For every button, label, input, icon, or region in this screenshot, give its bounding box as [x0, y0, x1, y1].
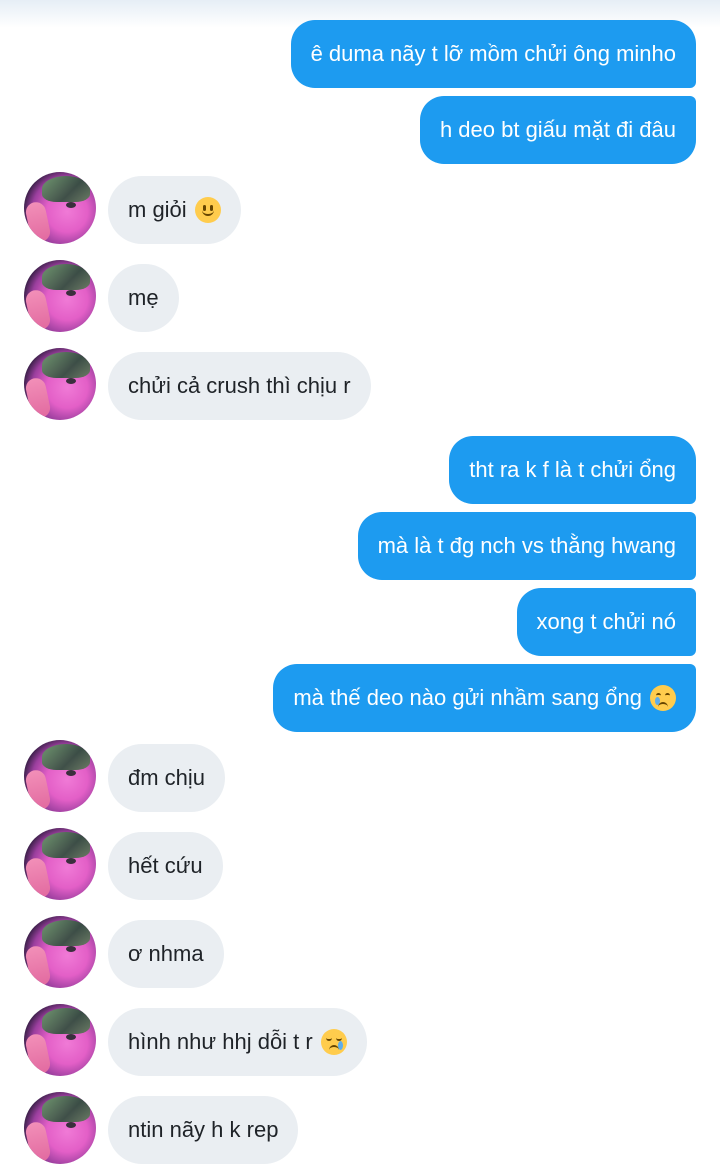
incoming-message-bubble[interactable]: hình như hhj dỗi t r — [108, 1008, 367, 1076]
message-text: ê duma nãy t lỡ mồm chửi ông minho — [310, 41, 676, 66]
slightly-smiling-face-icon — [194, 197, 221, 223]
message-text: mà thế deo nào gửi nhầm sang ổng — [293, 685, 642, 710]
contact-avatar[interactable] — [24, 828, 96, 900]
contact-avatar[interactable] — [24, 740, 96, 812]
message-text: ơ nhma — [128, 941, 204, 966]
outgoing-message-bubble[interactable]: mà là t đg nch vs thằng hwang — [357, 512, 696, 580]
message-text: h deo bt giấu mặt đi đâu — [439, 117, 676, 142]
crying-face-icon — [320, 1029, 347, 1055]
incoming-message-bubble[interactable]: m giỏi — [108, 176, 241, 244]
outgoing-message-bubble[interactable]: mà thế deo nào gửi nhầm sang ổng — [273, 664, 696, 732]
outgoing-message-bubble[interactable]: xong t chửi nó — [516, 588, 696, 656]
face-holding-back-tears-icon — [650, 685, 676, 711]
incoming-message-bubble[interactable]: chửi cả crush thì chịu r — [108, 352, 371, 420]
message-text: mẹ — [128, 285, 159, 310]
message-text: hình như hhj dỗi t r — [128, 1029, 313, 1054]
message-text: xong t chửi nó — [536, 609, 676, 634]
contact-avatar[interactable] — [24, 1092, 96, 1164]
message-text: chửi cả crush thì chịu r — [128, 373, 351, 398]
message-text: mà là t đg nch vs thằng hwang — [377, 533, 676, 558]
message-text: hết cứu — [128, 853, 203, 878]
contact-avatar[interactable] — [24, 260, 96, 332]
contact-avatar[interactable] — [24, 348, 96, 420]
contact-avatar[interactable] — [24, 916, 96, 988]
incoming-message-bubble[interactable]: mẹ — [108, 264, 179, 332]
incoming-message-bubble[interactable]: đm chịu — [108, 744, 226, 812]
outgoing-message-bubble[interactable]: ê duma nãy t lỡ mồm chửi ông minho — [290, 20, 696, 88]
message-text: tht ra k f là t chửi ổng — [469, 457, 676, 482]
contact-avatar[interactable] — [24, 1004, 96, 1076]
message-text: ntin nãy h k rep — [128, 1117, 279, 1142]
incoming-message-bubble[interactable]: hết cứu — [108, 832, 223, 900]
outgoing-message-bubble[interactable]: h deo bt giấu mặt đi đâu — [419, 96, 696, 164]
outgoing-message-bubble[interactable]: tht ra k f là t chửi ổng — [449, 436, 696, 504]
incoming-message-bubble[interactable]: ơ nhma — [108, 920, 224, 988]
contact-avatar[interactable] — [24, 172, 96, 244]
message-text: m giỏi — [128, 197, 187, 222]
incoming-message-bubble[interactable]: ntin nãy h k rep — [108, 1096, 299, 1164]
message-text: đm chịu — [128, 765, 206, 790]
